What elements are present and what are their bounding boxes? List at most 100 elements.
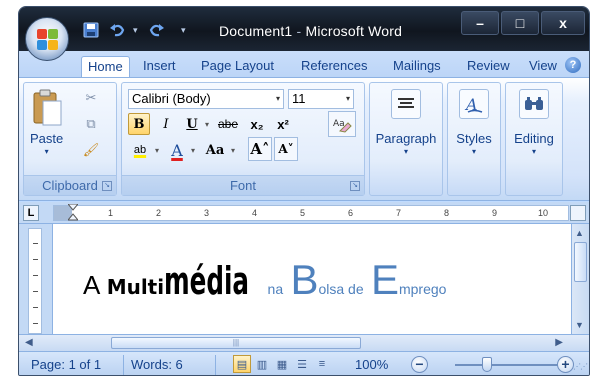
outline-icon[interactable]: ☰ (293, 355, 311, 373)
underline-dropdown-icon[interactable]: ▾ (202, 113, 212, 135)
document-text[interactable]: A Multimédia na Bolsa de Emprego (83, 250, 446, 310)
paragraph-group[interactable]: Paragraph ▾ (369, 82, 443, 196)
ruler-mark: 6 (348, 208, 354, 218)
full-screen-reading-icon[interactable]: ▥ (253, 355, 271, 373)
word-count[interactable]: Words: 6 (131, 357, 183, 372)
office-button[interactable] (25, 17, 69, 61)
undo-dropdown-icon[interactable]: ▾ (133, 25, 141, 36)
ruler-mark: 1 (108, 208, 114, 218)
tab-review[interactable]: Review (461, 56, 516, 77)
word-a: A (83, 270, 101, 300)
scroll-up-icon[interactable]: ▲ (575, 228, 584, 238)
font-dialog-launcher[interactable]: ↘ (350, 181, 360, 191)
undo-icon[interactable] (107, 20, 127, 40)
vertical-ruler-scale (28, 228, 42, 334)
zoom-level[interactable]: 100% (355, 357, 388, 372)
scroll-down-icon[interactable]: ▼ (575, 320, 584, 330)
paste-icon (33, 89, 62, 126)
zoom-slider-thumb[interactable] (482, 357, 492, 372)
font-name-combo[interactable]: Calibri (Body) ▾ (128, 89, 284, 109)
horizontal-ruler[interactable]: 1 2 3 4 5 6 7 8 9 10 (53, 204, 569, 222)
grow-font-button[interactable]: A˄ (248, 137, 272, 161)
clear-formatting-icon: Aa (333, 119, 352, 133)
word-window: ▾ ▾ Document1 - Microsoft Word – □ x Hom… (18, 6, 590, 376)
clear-formatting-button[interactable]: Aa (328, 111, 356, 137)
tab-selector-button[interactable]: L (23, 205, 39, 221)
document-page[interactable]: A Multimédia na Bolsa de Emprego (53, 224, 573, 334)
ruler-mark: 3 (204, 208, 210, 218)
vertical-scroll-thumb[interactable] (574, 242, 587, 282)
horizontal-scroll-thumb[interactable]: ||| (111, 337, 361, 349)
indent-marker-icon[interactable] (68, 204, 78, 222)
font-group-label: Font (122, 175, 364, 195)
tab-page-layout[interactable]: Page Layout (195, 56, 280, 77)
binoculars-icon (519, 89, 549, 119)
font-color-dropdown-icon[interactable]: ▾ (188, 139, 198, 161)
draft-icon[interactable]: ≡ (313, 355, 331, 373)
vertical-scrollbar[interactable]: ▲ ▼ (571, 224, 589, 334)
editing-group[interactable]: Editing ▾ (505, 82, 563, 196)
tab-home[interactable]: Home (81, 56, 130, 77)
ruler-mark: 8 (444, 208, 450, 218)
tab-mailings[interactable]: Mailings (387, 56, 447, 77)
font-color-button[interactable]: A (166, 139, 188, 161)
ruler-row: L 1 2 3 4 5 6 7 8 9 10 (19, 202, 589, 224)
styles-group[interactable]: A Styles ▾ (447, 82, 501, 196)
editing-button[interactable]: Editing ▾ (506, 89, 562, 156)
paste-button[interactable]: Paste ▾ (30, 89, 63, 156)
letter-b: B (290, 256, 319, 303)
change-case-dropdown-icon[interactable]: ▾ (228, 139, 238, 161)
styles-dropdown-icon: ▾ (471, 147, 476, 156)
paste-label: Paste (30, 131, 64, 146)
superscript-button[interactable]: x² (272, 113, 294, 135)
document-name: Document1 (219, 23, 293, 39)
quick-access-toolbar: ▾ ▾ (81, 19, 189, 41)
scroll-left-icon[interactable]: ◀ (25, 337, 33, 348)
italic-button[interactable]: I (156, 113, 176, 135)
subscript-button[interactable]: x₂ (246, 113, 268, 135)
styles-button[interactable]: A Styles ▾ (448, 89, 500, 156)
underline-button[interactable]: U (182, 113, 202, 135)
change-case-button[interactable]: Aa (202, 139, 228, 161)
page-count[interactable]: Page: 1 of 1 (31, 357, 101, 372)
save-icon[interactable] (81, 20, 101, 40)
ruler-mark: 4 (252, 208, 258, 218)
customize-qat-icon[interactable]: ▾ (181, 25, 189, 36)
zoom-slider[interactable] (455, 364, 561, 366)
highlight-button[interactable]: ab (128, 139, 152, 161)
strikethrough-button[interactable]: abe (214, 113, 242, 135)
font-group: Calibri (Body) ▾ 11 ▾ B I U ▾ abe x₂ x² … (121, 82, 365, 196)
bold-button[interactable]: B (128, 113, 150, 135)
format-painter-icon[interactable]: 🖌 (80, 141, 102, 159)
help-icon[interactable]: ? (565, 57, 581, 73)
horizontal-scrollbar[interactable]: ◀ ||| ▶ (19, 334, 589, 351)
resize-grip-icon[interactable]: ⋰⋰ (573, 362, 588, 371)
paragraph-dropdown-icon: ▾ (403, 147, 408, 156)
copy-icon[interactable]: ⧉ (80, 115, 102, 133)
maximize-button[interactable]: □ (501, 11, 539, 35)
paragraph-button[interactable]: Paragraph ▾ (370, 89, 442, 156)
status-divider (215, 355, 216, 375)
cut-icon[interactable]: ✂ (80, 89, 102, 107)
web-layout-icon[interactable]: ▦ (273, 355, 291, 373)
clipboard-dialog-launcher[interactable]: ↘ (102, 181, 112, 191)
font-size-combo[interactable]: 11 ▾ (288, 89, 354, 109)
tab-insert[interactable]: Insert (137, 56, 182, 77)
close-button[interactable]: x (541, 11, 585, 35)
ruler-mark: 9 (492, 208, 498, 218)
ruler-mark: 2 (156, 208, 162, 218)
scroll-right-icon[interactable]: ▶ (555, 337, 563, 348)
print-layout-icon[interactable]: ▤ (233, 355, 251, 373)
highlight-dropdown-icon[interactable]: ▾ (152, 139, 162, 161)
minimize-button[interactable]: – (461, 11, 499, 35)
tab-view[interactable]: View (523, 56, 563, 77)
zoom-out-button[interactable]: − (411, 356, 428, 373)
shrink-font-button[interactable]: A˅ (274, 137, 298, 161)
editing-label: Editing (514, 131, 554, 146)
window-title: Document1 - Microsoft Word (219, 23, 402, 39)
redo-icon[interactable] (147, 20, 167, 40)
zoom-in-button[interactable]: + (557, 356, 574, 373)
view-ruler-button[interactable] (570, 205, 586, 221)
window-controls: – □ x (461, 11, 585, 35)
tab-references[interactable]: References (295, 56, 373, 77)
